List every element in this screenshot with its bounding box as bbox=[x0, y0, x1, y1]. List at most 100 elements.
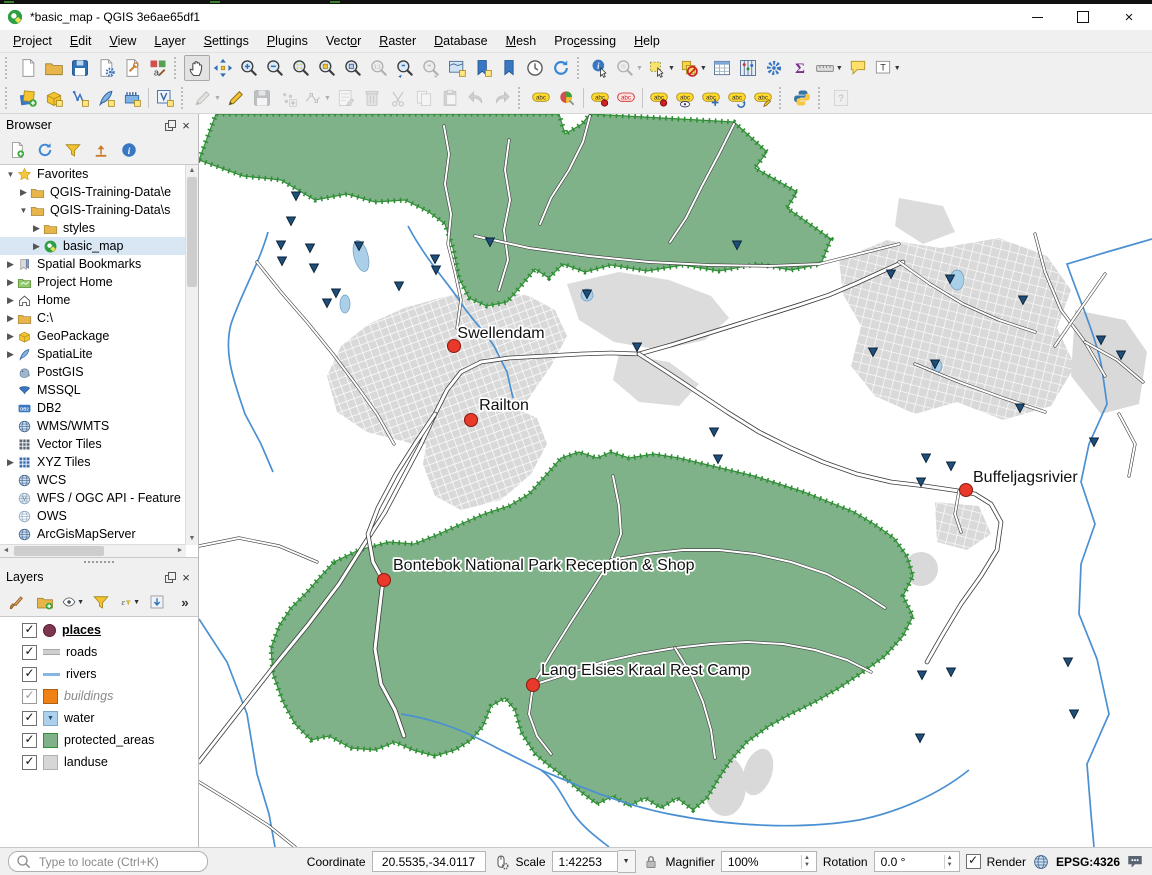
browser-item-vector-tiles[interactable]: Vector Tiles bbox=[0, 435, 198, 453]
change-label-button[interactable]: abc bbox=[750, 85, 776, 111]
close-button[interactable]: × bbox=[1106, 4, 1152, 30]
messages-icon[interactable] bbox=[1126, 853, 1144, 871]
layers-float-button[interactable] bbox=[162, 570, 178, 584]
layers-close-button[interactable]: × bbox=[178, 570, 194, 584]
show-spatial-bookmarks-button[interactable] bbox=[496, 55, 522, 81]
new-virtual-layer-button[interactable] bbox=[152, 85, 178, 111]
browser-item-qgis-training-data-s[interactable]: ▼QGIS-Training-Data\s bbox=[0, 201, 198, 219]
menu-view[interactable]: View bbox=[100, 32, 145, 50]
browser-item-postgis[interactable]: PostGIS bbox=[0, 363, 198, 381]
text-annotation-button[interactable]: T▼ bbox=[871, 55, 903, 81]
coordinate-field[interactable] bbox=[372, 851, 486, 872]
open-field-calculator-button[interactable] bbox=[735, 55, 761, 81]
layer-row-water[interactable]: ✓▼water bbox=[0, 707, 198, 729]
browser-item-basic-map[interactable]: ▶basic_map bbox=[0, 237, 198, 255]
pan-map-button[interactable] bbox=[184, 55, 210, 81]
expand-icon[interactable]: ▶ bbox=[30, 241, 43, 252]
filter-legend-by-expression-button[interactable]: ε▼ bbox=[116, 590, 142, 614]
render-checkbox[interactable]: ✓ bbox=[966, 854, 981, 869]
browser-item-wfs-ogc-api-feature[interactable]: VWFS / OGC API - Feature bbox=[0, 489, 198, 507]
layer-row-rivers[interactable]: ✓rivers bbox=[0, 663, 198, 685]
menu-edit[interactable]: Edit bbox=[61, 32, 101, 50]
browser-float-button[interactable] bbox=[162, 118, 178, 132]
toolbar-grip[interactable] bbox=[5, 57, 11, 79]
open-layer-styling-panel-button[interactable] bbox=[4, 590, 30, 614]
coordinate-extents-icon[interactable] bbox=[492, 853, 510, 871]
menu-raster[interactable]: Raster bbox=[370, 32, 425, 50]
menu-processing[interactable]: Processing bbox=[545, 32, 625, 50]
zoom-full-button[interactable] bbox=[288, 55, 314, 81]
browser-item-ows[interactable]: OWS bbox=[0, 507, 198, 525]
show-hide-labels-button[interactable]: abc bbox=[672, 85, 698, 111]
new-project-button[interactable] bbox=[15, 55, 41, 81]
menu-settings[interactable]: Settings bbox=[195, 32, 258, 50]
select-features-by-value-button[interactable]: ▼ bbox=[613, 55, 645, 81]
magnifier-spinner[interactable]: ▲▼ bbox=[801, 855, 812, 869]
layer-row-landuse[interactable]: ✓landuse bbox=[0, 751, 198, 773]
layer-row-protected_areas[interactable]: ✓protected_areas bbox=[0, 729, 198, 751]
pan-map-to-selection-button[interactable] bbox=[210, 55, 236, 81]
pin-unpin-labels-button[interactable]: abc bbox=[587, 85, 613, 111]
select-features-button[interactable]: ▼ bbox=[645, 55, 677, 81]
lock-scale-icon[interactable] bbox=[642, 853, 660, 871]
toolbar-grip[interactable] bbox=[5, 87, 11, 109]
processing-toolbox-button[interactable] bbox=[761, 55, 787, 81]
manage-map-themes-button[interactable]: ▼ bbox=[60, 590, 86, 614]
filter-browser-button[interactable] bbox=[60, 138, 86, 162]
toolbar-grip[interactable] bbox=[174, 57, 180, 79]
browser-item-spatialite[interactable]: ▶SpatiaLite bbox=[0, 345, 198, 363]
paste-features-button[interactable] bbox=[437, 85, 463, 111]
browser-item-arcgismapserver[interactable]: ArcGisMapServer bbox=[0, 525, 198, 543]
rotation-input[interactable] bbox=[879, 854, 942, 870]
menu-vector[interactable]: Vector bbox=[317, 32, 370, 50]
menu-plugins[interactable]: Plugins bbox=[258, 32, 317, 50]
toolbar-grip[interactable] bbox=[779, 87, 785, 109]
zoom-out-button[interactable] bbox=[262, 55, 288, 81]
show-statistical-summary-button[interactable]: Σ bbox=[787, 55, 813, 81]
layer-diagram-options-button[interactable] bbox=[554, 85, 580, 111]
layer-labeling-options-button[interactable]: abc bbox=[528, 85, 554, 111]
new-print-layout-button[interactable] bbox=[93, 55, 119, 81]
cut-features-button[interactable] bbox=[385, 85, 411, 111]
zoom-last-button[interactable] bbox=[392, 55, 418, 81]
menu-help[interactable]: Help bbox=[625, 32, 669, 50]
vertex-tool-button[interactable]: ▼ bbox=[301, 85, 333, 111]
dock-splitter[interactable] bbox=[0, 558, 198, 566]
expand-icon[interactable]: ▶ bbox=[4, 277, 17, 288]
zoom-in-button[interactable] bbox=[236, 55, 262, 81]
zoom-next-button[interactable] bbox=[418, 55, 444, 81]
open-project-button[interactable] bbox=[41, 55, 67, 81]
browser-item-db2[interactable]: DB2DB2 bbox=[0, 399, 198, 417]
layer-row-buildings[interactable]: ✓buildings bbox=[0, 685, 198, 707]
move-label-button[interactable]: abc bbox=[698, 85, 724, 111]
locate-search[interactable] bbox=[8, 851, 208, 872]
browser-hscrollbar[interactable]: ◄► bbox=[0, 544, 186, 557]
magnifier-field[interactable]: ▲▼ bbox=[721, 851, 817, 872]
toolbar-grip[interactable] bbox=[518, 87, 524, 109]
maximize-button[interactable] bbox=[1060, 4, 1106, 30]
show-layout-manager-button[interactable] bbox=[119, 55, 145, 81]
save-layer-edits-button[interactable] bbox=[249, 85, 275, 111]
delete-selected-button[interactable] bbox=[359, 85, 385, 111]
new-geopackage-layer-button[interactable] bbox=[41, 85, 67, 111]
rotate-label-button[interactable]: abc bbox=[724, 85, 750, 111]
toggle-unplaced-labels-button[interactable]: abc bbox=[646, 85, 672, 111]
open-attribute-table-button[interactable] bbox=[709, 55, 735, 81]
expand-icon[interactable]: ▶ bbox=[4, 331, 17, 342]
current-edits-button[interactable]: ▼ bbox=[191, 85, 223, 111]
zoom-to-selection-button[interactable] bbox=[314, 55, 340, 81]
copy-features-button[interactable] bbox=[411, 85, 437, 111]
undo-button[interactable] bbox=[463, 85, 489, 111]
help-contents-button[interactable]: ? bbox=[828, 85, 854, 111]
magnifier-input[interactable] bbox=[726, 854, 799, 870]
scale-input[interactable] bbox=[557, 854, 613, 870]
new-map-view-button[interactable] bbox=[444, 55, 470, 81]
minimize-button[interactable] bbox=[1014, 4, 1060, 30]
identify-features-button[interactable]: i bbox=[587, 55, 613, 81]
layer-visibility-checkbox[interactable]: ✓ bbox=[22, 711, 37, 726]
browser-item-wcs[interactable]: WCS bbox=[0, 471, 198, 489]
refresh-map-button[interactable] bbox=[548, 55, 574, 81]
open-data-source-manager-button[interactable] bbox=[15, 85, 41, 111]
zoom-native-button[interactable]: 1:1 bbox=[366, 55, 392, 81]
zoom-to-layer-button[interactable] bbox=[340, 55, 366, 81]
